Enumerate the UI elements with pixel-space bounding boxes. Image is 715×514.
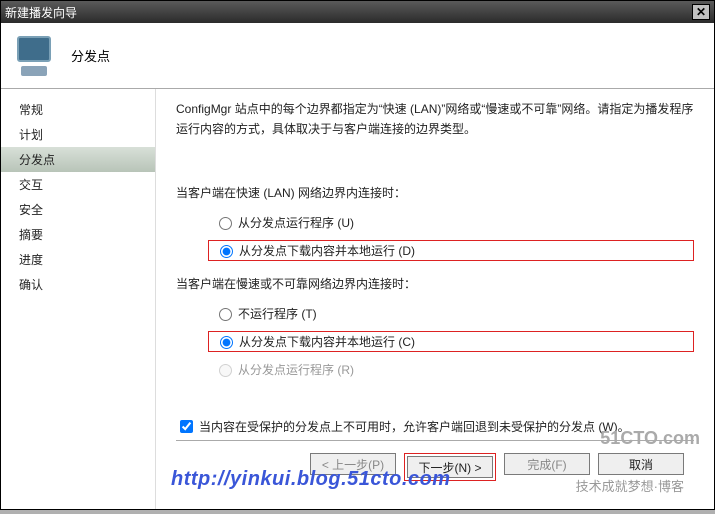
description-text: ConfigMgr 站点中的每个边界都指定为“快速 (LAN)”网络或“慢速或不…	[176, 99, 694, 140]
close-button[interactable]: ✕	[692, 4, 710, 20]
sidebar-item-progress[interactable]: 进度	[1, 247, 155, 272]
page-title: 分发点	[71, 46, 110, 65]
sidebar: 常规 计划 分发点 交互 安全 摘要 进度 确认	[1, 89, 156, 509]
radio-download-local-slow-input[interactable]	[220, 336, 233, 349]
computer-icon	[13, 36, 61, 76]
sidebar-item-interaction[interactable]: 交互	[1, 172, 155, 197]
radio-run-from-dp-slow: 从分发点运行程序 (R)	[208, 360, 694, 379]
radio-download-local-fast[interactable]: 从分发点下载内容并本地运行 (D)	[208, 240, 694, 261]
wizard-window: 新建播发向导 ✕ 分发点 常规 计划 分发点 交互 安全 摘要 进度 确认 Co…	[0, 0, 715, 510]
fallback-label: 当内容在受保护的分发点上不可用时，允许客户端回退到未受保护的分发点 (W)。	[199, 418, 630, 435]
radio-run-from-dp[interactable]: 从分发点运行程序 (U)	[208, 213, 694, 232]
cancel-button[interactable]: 取消	[598, 453, 684, 475]
radio-do-not-run-input[interactable]	[219, 308, 232, 321]
header-strip: 分发点	[1, 23, 714, 89]
sidebar-item-summary[interactable]: 摘要	[1, 222, 155, 247]
sidebar-item-general[interactable]: 常规	[1, 97, 155, 122]
sidebar-item-confirm[interactable]: 确认	[1, 272, 155, 297]
fallback-checkbox[interactable]	[180, 420, 193, 433]
radio-download-local-slow[interactable]: 从分发点下载内容并本地运行 (C)	[208, 331, 694, 352]
radio-run-from-dp-slow-input	[219, 364, 232, 377]
content-panel: ConfigMgr 站点中的每个边界都指定为“快速 (LAN)”网络或“慢速或不…	[156, 89, 714, 509]
fallback-check-row[interactable]: 当内容在受保护的分发点上不可用时，允许客户端回退到未受保护的分发点 (W)。	[176, 417, 694, 436]
radio-run-from-dp-input[interactable]	[219, 217, 232, 230]
radio-download-local-slow-label: 从分发点下载内容并本地运行 (C)	[239, 333, 415, 350]
next-button[interactable]: 下一步(N) >	[407, 456, 493, 478]
close-icon: ✕	[696, 5, 706, 19]
sidebar-item-dp[interactable]: 分发点	[1, 147, 155, 172]
radio-download-local-fast-input[interactable]	[220, 245, 233, 258]
next-button-highlight: 下一步(N) >	[404, 453, 496, 481]
radio-download-local-fast-label: 从分发点下载内容并本地运行 (D)	[239, 242, 415, 259]
radio-do-not-run-label: 不运行程序 (T)	[238, 305, 317, 322]
radio-do-not-run[interactable]: 不运行程序 (T)	[208, 304, 694, 323]
fast-group-label: 当客户端在快速 (LAN) 网络边界内连接时：	[176, 184, 694, 201]
slow-group-label: 当客户端在慢速或不可靠网络边界内连接时：	[176, 275, 694, 292]
radio-run-from-dp-slow-label: 从分发点运行程序 (R)	[238, 361, 354, 378]
body: 常规 计划 分发点 交互 安全 摘要 进度 确认 ConfigMgr 站点中的每…	[1, 89, 714, 509]
radio-run-from-dp-label: 从分发点运行程序 (U)	[238, 214, 354, 231]
window-title: 新建播发向导	[5, 4, 692, 21]
sidebar-item-security[interactable]: 安全	[1, 197, 155, 222]
finish-button: 完成(F)	[504, 453, 590, 475]
button-bar: < 上一步(P) 下一步(N) > 完成(F) 取消	[176, 440, 694, 505]
back-button[interactable]: < 上一步(P)	[310, 453, 396, 475]
sidebar-item-schedule[interactable]: 计划	[1, 122, 155, 147]
titlebar: 新建播发向导 ✕	[1, 1, 714, 23]
